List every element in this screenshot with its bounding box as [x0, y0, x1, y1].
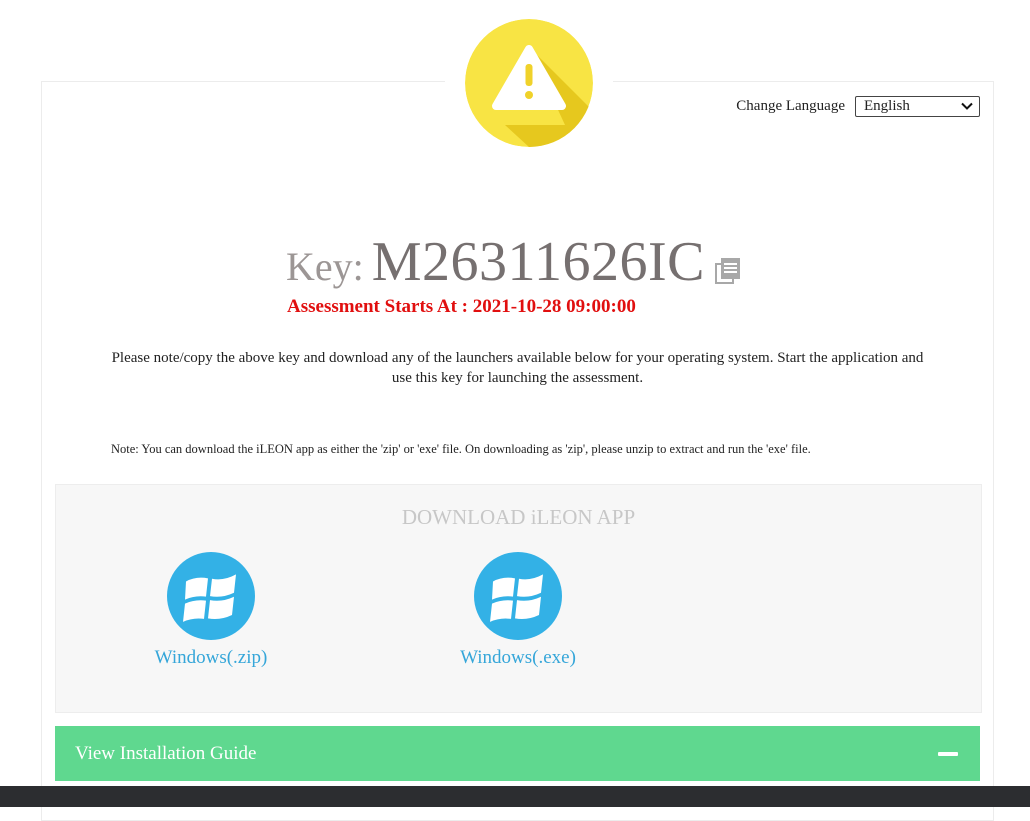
warning-badge — [445, 16, 613, 152]
windows-exe-launcher[interactable]: Windows(.exe) — [438, 552, 598, 669]
windows-zip-label: Windows(.zip) — [154, 647, 268, 668]
installation-guide-toggle[interactable]: View Installation Guide — [55, 726, 980, 781]
windows-exe-label: Windows(.exe) — [460, 647, 576, 668]
key-label: Key: — [286, 244, 364, 289]
download-note: Note: You can download the iLEON app as … — [111, 442, 811, 456]
language-label: Change Language — [736, 98, 845, 114]
installation-guide-label: View Installation Guide — [75, 742, 257, 764]
footer-bar — [0, 786, 1030, 807]
assessment-start-time: Assessment Starts At : 2021-10-28 09:00:… — [287, 296, 636, 317]
language-selected-value: English — [864, 98, 910, 114]
language-switcher: Change Language English — [736, 96, 980, 117]
download-panel: DOWNLOAD iLEON APP Windows(.zip) Windows… — [55, 484, 982, 713]
download-title: DOWNLOAD iLEON APP — [401, 505, 636, 529]
copy-icon[interactable] — [713, 255, 743, 285]
chevron-down-icon — [961, 98, 973, 115]
language-select[interactable]: English — [855, 96, 980, 117]
windows-icon — [474, 552, 562, 640]
windows-icon — [167, 552, 255, 640]
key-value: M26311626IC — [371, 231, 705, 293]
key-row: Key: M26311626IC — [286, 230, 705, 294]
warning-icon — [465, 19, 593, 147]
windows-zip-launcher[interactable]: Windows(.zip) — [131, 552, 291, 669]
instructions-text: Please note/copy the above key and downl… — [111, 350, 924, 386]
collapse-icon[interactable] — [938, 751, 958, 756]
